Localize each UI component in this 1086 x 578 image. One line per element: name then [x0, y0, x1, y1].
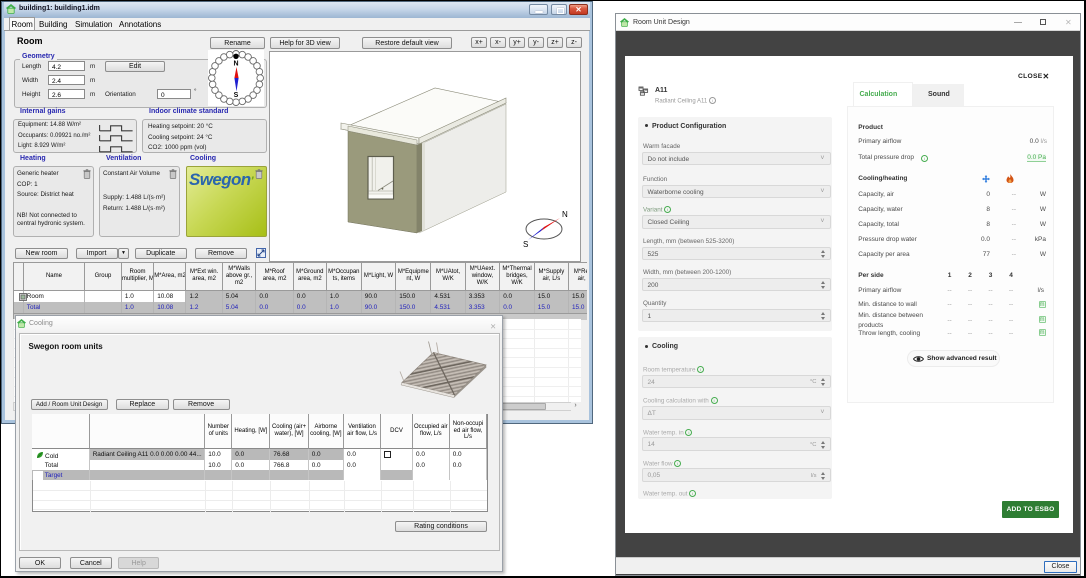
svg-text:N: N — [233, 61, 238, 68]
svg-text:N: N — [562, 210, 568, 219]
svg-text:S: S — [523, 240, 528, 249]
svg-text:S: S — [234, 92, 239, 99]
